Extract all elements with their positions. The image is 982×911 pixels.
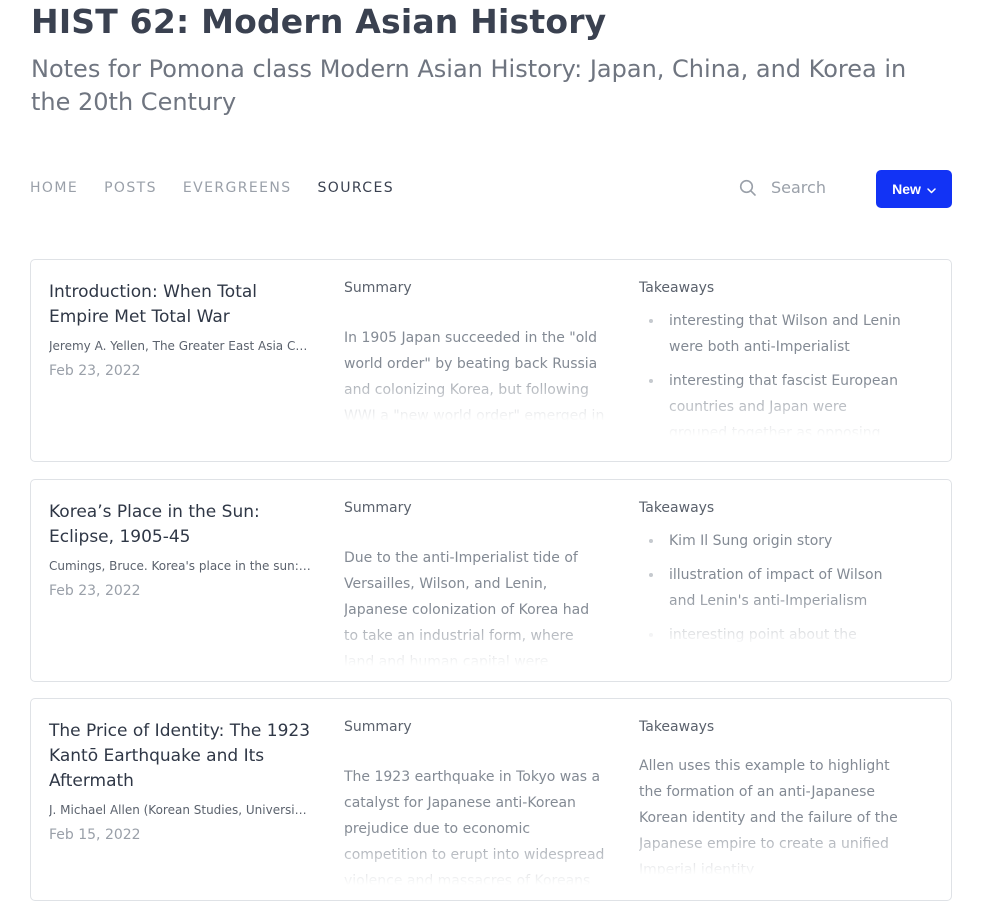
card-date: Feb 15, 2022 <box>49 827 141 843</box>
summary-text: Due to the anti-Imperialist tide of Vers… <box>344 550 590 666</box>
source-card[interactable]: Korea’s Place in the Sun: Eclipse, 1905-… <box>30 479 952 682</box>
search-icon <box>739 179 757 197</box>
card-summary: Summary The 1923 earthquake in Tokyo was… <box>344 719 606 885</box>
summary-text: In 1905 Japan succeeded in the "old worl… <box>344 330 605 421</box>
nav-item-posts[interactable]: POSTS <box>104 180 157 196</box>
card-takeaways: Takeaways interesting that Wilson and Le… <box>639 280 901 436</box>
nav-item-home[interactable]: HOME <box>30 180 78 196</box>
chevron-down-icon <box>927 181 936 197</box>
nav-item-evergreens[interactable]: EVERGREENS <box>183 180 292 196</box>
summary-heading: Summary <box>344 280 412 296</box>
source-card[interactable]: The Price of Identity: The 1923 Kantō Ea… <box>30 698 952 901</box>
takeaways-fade: Allen uses this example to highlight the… <box>639 735 901 875</box>
takeaways-fade: interesting that Wilson and Lenin were b… <box>639 296 901 436</box>
summary-heading: Summary <box>344 500 412 516</box>
main-nav: HOME POSTS EVERGREENS SOURCES <box>30 180 394 196</box>
summary-heading: Summary <box>344 719 412 735</box>
takeaway-item: Kim Il Sung origin story <box>639 528 901 554</box>
takeaways-heading: Takeaways <box>639 500 715 516</box>
takeaway-item: interesting that Wilson and Lenin were b… <box>639 308 901 360</box>
summary-fade: In 1905 Japan succeeded in the "old worl… <box>344 296 606 421</box>
new-button[interactable]: New <box>876 170 952 208</box>
takeaway-item: illustration of impact of Wilson and Len… <box>639 562 901 614</box>
search-box[interactable] <box>739 178 861 197</box>
card-author: Jeremy A. Yellen, The Greater East Asia … <box>49 339 311 353</box>
page-title: HIST 62: Modern Asian History <box>31 2 607 41</box>
takeaways-heading: Takeaways <box>639 280 715 296</box>
card-date: Feb 23, 2022 <box>49 583 141 599</box>
card-title[interactable]: Korea’s Place in the Sun: Eclipse, 1905-… <box>49 500 311 550</box>
summary-text: The 1923 earthquake in Tokyo was a catal… <box>344 769 605 885</box>
card-takeaways: Takeaways Allen uses this example to hig… <box>639 719 901 875</box>
summary-fade: Due to the anti-Imperialist tide of Vers… <box>344 516 606 666</box>
card-takeaways: Takeaways Kim Il Sung origin story illus… <box>639 500 901 646</box>
card-main: Korea’s Place in the Sun: Eclipse, 1905-… <box>49 500 311 599</box>
card-date: Feb 23, 2022 <box>49 363 141 379</box>
card-author: J. Michael Allen (Korean Studies, Univer… <box>49 803 311 817</box>
takeaways-fade: Kim Il Sung origin story illustration of… <box>639 516 901 646</box>
source-card[interactable]: Introduction: When Total Empire Met Tota… <box>30 259 952 462</box>
card-title[interactable]: The Price of Identity: The 1923 Kantō Ea… <box>49 719 311 794</box>
card-summary: Summary In 1905 Japan succeeded in the "… <box>344 280 606 421</box>
card-main: Introduction: When Total Empire Met Tota… <box>49 280 311 379</box>
card-title[interactable]: Introduction: When Total Empire Met Tota… <box>49 280 311 330</box>
takeaway-item: interesting that fascist European countr… <box>639 368 901 436</box>
takeaways-list: interesting that Wilson and Lenin were b… <box>639 308 901 436</box>
takeaways-text: Allen uses this example to highlight the… <box>639 758 898 875</box>
takeaways-heading: Takeaways <box>639 719 715 735</box>
summary-fade: The 1923 earthquake in Tokyo was a catal… <box>344 735 606 885</box>
takeaways-list: Kim Il Sung origin story illustration of… <box>639 528 901 646</box>
page-subtitle: Notes for Pomona class Modern Asian Hist… <box>31 55 907 116</box>
takeaway-item: interesting point about the failure <box>639 622 901 646</box>
card-summary: Summary Due to the anti-Imperialist tide… <box>344 500 606 666</box>
nav-item-sources[interactable]: SOURCES <box>318 180 395 196</box>
new-button-label: New <box>892 181 921 197</box>
card-author: Cumings, Bruce. Korea's place in the sun… <box>49 559 311 573</box>
search-input[interactable] <box>771 178 861 197</box>
card-main: The Price of Identity: The 1923 Kantō Ea… <box>49 719 311 843</box>
